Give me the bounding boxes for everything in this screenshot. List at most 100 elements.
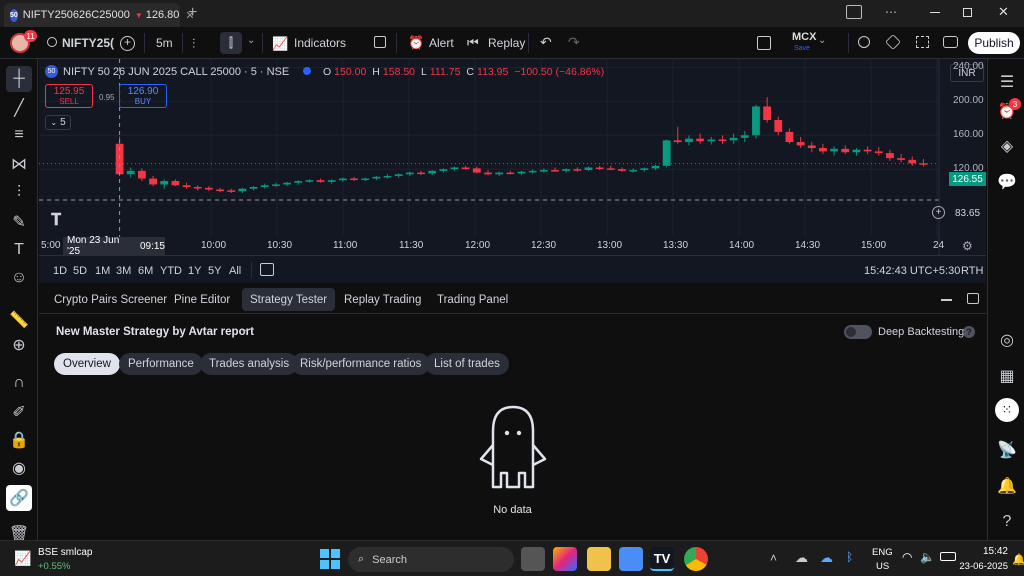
indicators-icon[interactable]: 📈 xyxy=(272,36,288,52)
eye-icon[interactable]: ◉ xyxy=(6,455,32,481)
tab-crypto-screener[interactable]: Crypto Pairs Screener xyxy=(46,288,175,311)
subtab-performance[interactable]: Performance xyxy=(119,353,203,375)
link-icon[interactable]: 🔗 xyxy=(6,485,32,511)
magnet-icon[interactable]: ∩ xyxy=(6,370,32,396)
restore-icon[interactable] xyxy=(963,8,972,17)
tradingview-app-icon[interactable]: TV xyxy=(650,547,674,571)
layouts-icon[interactable] xyxy=(374,36,386,48)
subtab-overview[interactable]: Overview xyxy=(54,353,120,375)
tab-trading-panel[interactable]: Trading Panel xyxy=(429,288,516,311)
range-5d[interactable]: 5D xyxy=(73,265,87,277)
text-icon[interactable]: T xyxy=(6,237,32,263)
range-1y[interactable]: 1Y xyxy=(188,265,201,277)
clock[interactable]: 15:42:43 UTC+5:30 xyxy=(864,265,960,277)
redo-icon[interactable]: ↷ xyxy=(568,34,580,51)
minimize-icon[interactable] xyxy=(930,12,940,13)
exchange-label[interactable]: MCX xyxy=(792,31,816,43)
help-circle-icon[interactable]: ? xyxy=(994,509,1020,535)
battery-icon[interactable] xyxy=(940,552,956,561)
range-ytd[interactable]: YTD xyxy=(160,265,182,277)
settings-icon[interactable] xyxy=(885,34,901,50)
projection-icon[interactable]: ⫶ xyxy=(6,180,32,206)
brush-icon[interactable]: ✎ xyxy=(6,209,32,235)
apps-grid-icon[interactable]: ⁙ xyxy=(995,398,1019,422)
range-6m[interactable]: 6M xyxy=(138,265,153,277)
candlestick-chart[interactable] xyxy=(39,59,986,255)
signals-icon[interactable]: ◎ xyxy=(994,327,1020,353)
search-icon[interactable] xyxy=(47,37,57,47)
wifi-icon[interactable]: ◠ xyxy=(902,550,912,564)
chat-icon[interactable]: 💬 xyxy=(994,169,1020,195)
price-axis[interactable]: 240.00 200.00 160.00 120.00 xyxy=(939,59,986,255)
taskbar-time[interactable]: 15:42 xyxy=(972,546,1008,557)
bluetooth-icon[interactable]: ᛒ xyxy=(846,550,853,564)
ruler-icon[interactable]: 📏 xyxy=(6,307,32,333)
tab-pine-editor[interactable]: Pine Editor xyxy=(166,288,238,311)
symbol-search[interactable]: NIFTY25( xyxy=(62,27,114,59)
price-chart[interactable]: 50 NIFTY 50 26 JUN 2025 CALL 25000 · 5 ·… xyxy=(39,59,986,257)
pattern-icon[interactable]: ⋈ xyxy=(6,151,32,177)
ticker-name[interactable]: BSE smlcap xyxy=(38,547,92,558)
zoom-icon[interactable]: ⊕ xyxy=(6,332,32,358)
undo-icon[interactable]: ↶ xyxy=(540,34,552,51)
fib-icon[interactable]: ≡ xyxy=(6,122,32,148)
quick-search-icon[interactable] xyxy=(858,36,870,48)
calendar-icon[interactable]: ▦ xyxy=(994,363,1020,389)
notifications-icon[interactable]: 🔔 xyxy=(994,473,1020,499)
exchange-save[interactable]: Save xyxy=(794,45,810,52)
camera-icon[interactable] xyxy=(943,36,958,48)
range-5y[interactable]: 5Y xyxy=(208,265,221,277)
chevron-down-icon[interactable]: ⌄ xyxy=(240,324,248,335)
emoji-icon[interactable]: ☺ xyxy=(6,265,32,291)
subtab-trades-analysis[interactable]: Trades analysis xyxy=(200,353,299,375)
interval-button[interactable]: 5m xyxy=(156,27,173,59)
copilot-icon[interactable] xyxy=(553,547,577,571)
file-explorer-icon[interactable] xyxy=(587,547,611,571)
new-tab-button[interactable]: + xyxy=(188,4,197,22)
screen-icon[interactable] xyxy=(846,5,862,19)
notification-center-icon[interactable]: 🔔 xyxy=(1012,553,1024,566)
crosshair-icon[interactable]: ┼ xyxy=(6,66,32,92)
onedrive-icon[interactable]: ☁ xyxy=(820,550,833,566)
range-1m[interactable]: 1M xyxy=(95,265,110,277)
range-1d[interactable]: 1D xyxy=(53,265,67,277)
chart-settings-icon[interactable]: ⚙ xyxy=(962,239,973,253)
minimize-panel-icon[interactable] xyxy=(941,299,952,301)
alert-button[interactable]: Alert xyxy=(429,27,454,59)
watchlist-icon[interactable]: ☰ xyxy=(994,69,1020,95)
calendar-icon[interactable] xyxy=(260,263,274,276)
chevron-down-icon[interactable]: ⌄ xyxy=(818,35,826,46)
chrome-icon[interactable] xyxy=(684,547,708,571)
volume-icon[interactable]: 🔈 xyxy=(920,550,935,564)
browser-tab[interactable]: 50 NIFTY250626C25000 ▼ 126.80 ✕ xyxy=(4,3,195,27)
cloud-icon[interactable]: ☁ xyxy=(795,550,808,566)
taskbar-search[interactable]: ⌕ Search xyxy=(348,547,514,572)
stock-widget-icon[interactable]: 📈 xyxy=(14,550,31,567)
close-window-icon[interactable]: ✕ xyxy=(998,4,1009,20)
buy-button[interactable]: 126.90 BUY xyxy=(119,84,167,108)
candles-icon[interactable]: ⫿ xyxy=(220,32,242,54)
lang-primary[interactable]: ENG xyxy=(872,547,893,558)
fullscreen-icon[interactable] xyxy=(916,36,929,48)
replay-icon[interactable]: ⏮ xyxy=(467,35,479,51)
strategy-name[interactable]: New Master Strategy by Avtar report xyxy=(56,326,254,338)
layers-icon[interactable]: ◈ xyxy=(994,133,1020,159)
subtab-risk-ratios[interactable]: Risk/performance ratios xyxy=(291,353,431,375)
range-all[interactable]: All xyxy=(229,265,241,277)
replay-button[interactable]: Replay xyxy=(488,27,525,59)
chevron-up-icon[interactable]: ˄ xyxy=(770,551,777,565)
indicators-button[interactable]: Indicators xyxy=(294,27,346,59)
compare-add-icon[interactable]: + xyxy=(120,36,135,51)
broadcast-icon[interactable]: 📡 xyxy=(994,437,1020,463)
alert-icon[interactable]: ⏰ xyxy=(408,35,424,51)
collapse-indicators-button[interactable]: ⌄ 5 xyxy=(45,115,71,130)
trend-line-icon[interactable]: ╱ xyxy=(6,95,32,121)
windows-start-icon[interactable] xyxy=(320,549,340,569)
help-icon[interactable]: ? xyxy=(963,326,975,338)
lock-icon[interactable]: 🔒 xyxy=(6,427,32,453)
subtab-list-of-trades[interactable]: List of trades xyxy=(425,353,509,375)
legend-title[interactable]: NIFTY 50 26 JUN 2025 CALL 25000 · 5 · NS… xyxy=(63,66,289,78)
taskbar-date[interactable]: 23-06-2025 xyxy=(952,561,1008,572)
tab-strategy-tester[interactable]: Strategy Tester xyxy=(242,288,336,311)
maximize-panel-icon[interactable] xyxy=(967,293,979,304)
